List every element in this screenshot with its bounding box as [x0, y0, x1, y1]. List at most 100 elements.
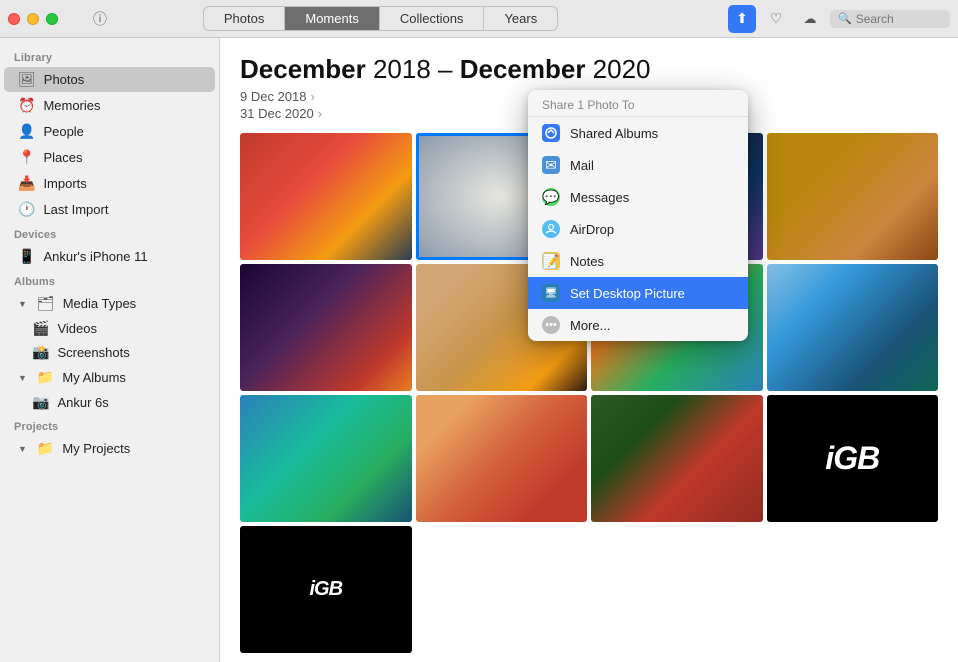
favorite-button[interactable]: ♡ — [762, 5, 790, 33]
sidebar-label-my-albums: My Albums — [62, 370, 126, 385]
memories-icon: ⏰ — [18, 97, 35, 114]
videos-icon: 🎬 — [32, 320, 49, 337]
date2-arrow: › — [318, 106, 322, 121]
airdrop-label: AirDrop — [570, 222, 614, 237]
sidebar-label-screenshots: Screenshots — [57, 345, 129, 360]
albums-section-title: Albums — [0, 270, 219, 290]
mail-icon: ✉ — [542, 156, 560, 174]
main-layout: Library 🖼 Photos ⏰ Memories 👤 People 📍 P… — [0, 38, 958, 662]
photo-bg-4 — [767, 133, 939, 260]
photo-bg-5 — [240, 264, 412, 391]
icloud-button[interactable]: ☁ — [796, 5, 824, 33]
sidebar-group-my-albums[interactable]: ▼ 📁 My Albums — [4, 365, 215, 390]
iphone-icon: 📱 — [18, 248, 35, 265]
date2-text: 31 Dec 2020 — [240, 106, 314, 121]
igb-logo-1: iGB — [825, 440, 879, 477]
sidebar-item-photos[interactable]: 🖼 Photos — [4, 67, 215, 92]
info-button[interactable]: ⓘ — [86, 5, 114, 33]
sidebar-item-screenshots[interactable]: 📸 Screenshots — [4, 341, 215, 364]
nav-tabs: Photos Moments Collections Years — [203, 6, 558, 31]
date-range-middle: 2018 – — [366, 54, 460, 84]
sidebar-label-people: People — [43, 124, 83, 139]
photo-bg-9 — [240, 395, 412, 522]
photo-bg-8 — [767, 264, 939, 391]
tab-years[interactable]: Years — [484, 7, 557, 30]
dropdown-item-mail[interactable]: ✉ Mail — [528, 149, 748, 181]
date1-text: 9 Dec 2018 — [240, 89, 307, 104]
set-desktop-label: Set Desktop Picture — [570, 286, 685, 301]
tab-photos[interactable]: Photos — [204, 7, 285, 30]
sidebar-label-last-import: Last Import — [43, 202, 108, 217]
last-import-icon: 🕐 — [18, 201, 35, 218]
minimize-button[interactable] — [27, 13, 39, 25]
notes-label: Notes — [570, 254, 604, 269]
more-label: More... — [570, 318, 610, 333]
photo-cell-11[interactable] — [591, 395, 763, 522]
sidebar-label-media-types: Media Types — [63, 296, 136, 311]
photo-cell-4[interactable] — [767, 133, 939, 260]
photo-cell-1[interactable] — [240, 133, 412, 260]
dropdown-item-set-desktop[interactable]: 🖥 Set Desktop Picture — [528, 277, 748, 309]
dropdown-item-messages[interactable]: 💬 Messages — [528, 181, 748, 213]
sidebar-item-videos[interactable]: 🎬 Videos — [4, 317, 215, 340]
sidebar-label-my-projects: My Projects — [62, 441, 130, 456]
date-start-bold: December — [240, 54, 366, 84]
sidebar-item-people[interactable]: 👤 People — [4, 119, 215, 144]
my-projects-triangle: ▼ — [18, 444, 27, 454]
tab-collections[interactable]: Collections — [380, 7, 485, 30]
media-types-triangle: ▼ — [18, 299, 27, 309]
sidebar-item-last-import[interactable]: 🕐 Last Import — [4, 197, 215, 222]
sidebar-item-memories[interactable]: ⏰ Memories — [4, 93, 215, 118]
sidebar-label-ankur6s: Ankur 6s — [57, 395, 108, 410]
sidebar: Library 🖼 Photos ⏰ Memories 👤 People 📍 P… — [0, 38, 220, 662]
sidebar-item-iphone[interactable]: 📱 Ankur's iPhone 11 — [4, 244, 215, 269]
shared-albums-label: Shared Albums — [570, 126, 658, 141]
sidebar-label-places: Places — [43, 150, 82, 165]
photo-cell-12[interactable]: iGB — [767, 395, 939, 522]
date-end-bold: December — [460, 54, 586, 84]
search-input[interactable] — [856, 12, 946, 26]
photo-cell-10[interactable] — [416, 395, 588, 522]
photos-icon: 🖼 — [18, 71, 36, 88]
sidebar-item-ankur6s[interactable]: 📷 Ankur 6s — [4, 391, 215, 414]
search-box: 🔍 — [830, 10, 950, 28]
sidebar-item-places[interactable]: 📍 Places — [4, 145, 215, 170]
dropdown-item-airdrop[interactable]: AirDrop — [528, 213, 748, 245]
sidebar-label-imports: Imports — [43, 176, 86, 191]
share-button[interactable]: ⬆ — [728, 5, 756, 33]
messages-label: Messages — [570, 190, 629, 205]
dropdown-item-notes[interactable]: 📝 Notes — [528, 245, 748, 277]
photo-cell-5[interactable] — [240, 264, 412, 391]
sidebar-group-media-types[interactable]: ▼ 🗂 Media Types — [4, 291, 215, 316]
ankur6s-icon: 📷 — [32, 394, 49, 411]
my-albums-triangle: ▼ — [18, 373, 27, 383]
titlebar: ⓘ Photos Moments Collections Years ⬆ ♡ ☁… — [0, 0, 958, 38]
photo-cell-8[interactable] — [767, 264, 939, 391]
photo-cell-9[interactable] — [240, 395, 412, 522]
date-end-light: 2020 — [585, 54, 650, 84]
more-icon: ••• — [542, 316, 560, 334]
messages-icon: 💬 — [542, 188, 560, 206]
dropdown-item-more[interactable]: ••• More... — [528, 309, 748, 341]
photo-bg-10 — [416, 395, 588, 522]
dropdown-item-shared-albums[interactable]: Shared Albums — [528, 117, 748, 149]
close-button[interactable] — [8, 13, 20, 25]
photo-bg-11 — [591, 395, 763, 522]
sidebar-group-my-projects[interactable]: ▼ 📁 My Projects — [4, 436, 215, 461]
share-dropdown: Share 1 Photo To Shared Albums ✉ Mail 💬 … — [528, 90, 748, 341]
people-icon: 👤 — [18, 123, 35, 140]
my-albums-icon: 📁 — [37, 369, 54, 386]
maximize-button[interactable] — [46, 13, 58, 25]
dropdown-header: Share 1 Photo To — [528, 90, 748, 117]
search-icon: 🔍 — [838, 12, 852, 25]
toolbar-right: ⬆ ♡ ☁ 🔍 — [728, 5, 950, 33]
tab-moments[interactable]: Moments — [285, 7, 379, 30]
my-projects-icon: 📁 — [37, 440, 54, 457]
screenshots-icon: 📸 — [32, 344, 49, 361]
photo-cell-13[interactable]: iGB — [240, 526, 412, 653]
date-range-heading: December 2018 – December 2020 — [240, 54, 938, 85]
sidebar-label-videos: Videos — [57, 321, 97, 336]
set-desktop-icon: 🖥 — [542, 284, 560, 302]
sidebar-item-imports[interactable]: 📥 Imports — [4, 171, 215, 196]
notes-icon: 📝 — [542, 252, 560, 270]
